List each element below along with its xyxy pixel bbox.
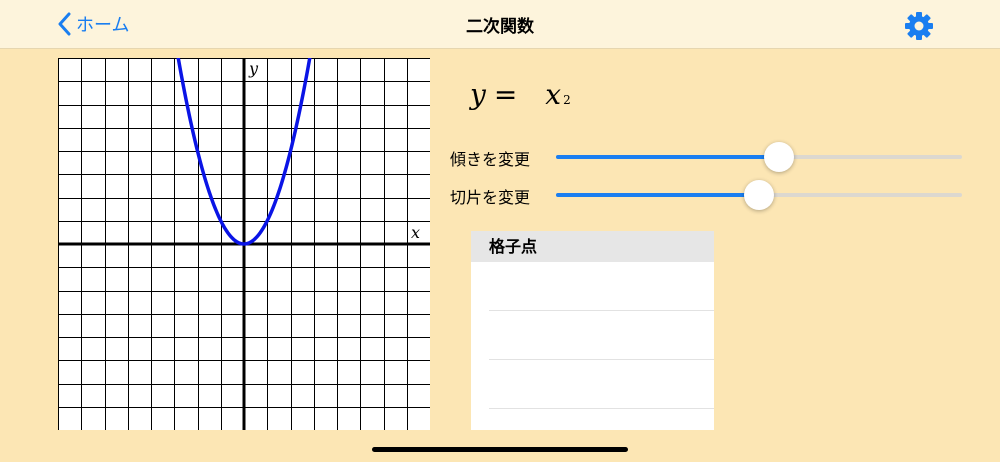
lattice-points-header: 格子点 [471, 231, 714, 262]
list-item[interactable] [489, 262, 714, 311]
list-item[interactable] [489, 409, 714, 430]
intercept-slider[interactable] [556, 180, 962, 210]
intercept-slider-thumb[interactable] [744, 180, 774, 210]
slope-slider-row: 傾きを変更 [450, 142, 970, 172]
coordinate-graph[interactable]: y x [58, 58, 430, 430]
formula-equals: = [493, 78, 518, 111]
gear-icon[interactable] [903, 10, 935, 42]
x-axis-label: x [411, 223, 420, 242]
lattice-points-table: 格子点 [471, 231, 714, 430]
y-axis-label: y [248, 59, 259, 78]
function-formula: y = x 2 [470, 78, 571, 124]
home-indicator[interactable] [372, 447, 628, 452]
formula-lhs: y [470, 78, 486, 111]
page-title: 二次関数 [466, 17, 534, 37]
intercept-slider-fill [556, 193, 759, 197]
slope-slider[interactable] [556, 142, 962, 172]
navigation-bar: ホーム 二次関数 [0, 0, 1000, 49]
list-item[interactable] [489, 311, 714, 360]
slope-slider-label: 傾きを変更 [450, 150, 531, 169]
formula-term: x [545, 78, 562, 111]
intercept-slider-row: 切片を変更 [450, 180, 970, 210]
graph-canvas: y x [58, 58, 430, 430]
formula-exponent: 2 [563, 93, 571, 107]
intercept-slider-label: 切片を変更 [450, 188, 531, 207]
slope-slider-fill [556, 155, 780, 159]
list-item[interactable] [489, 360, 714, 409]
slope-slider-thumb[interactable] [764, 142, 795, 172]
